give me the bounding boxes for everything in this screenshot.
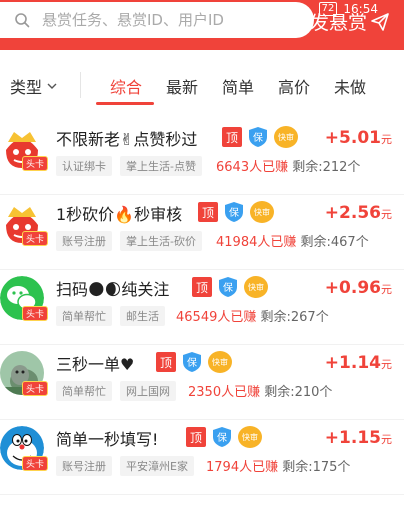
fast-review-badge: 快审 <box>274 126 298 148</box>
top-badge: 顶 <box>222 127 242 147</box>
earned-count: 46549人已赚 <box>176 310 257 325</box>
task-list: 头卡 不限新老✌点赞秒过 顶 保 快审 认证绑卡 掌上生活-点赞 6643人已赚… <box>0 120 404 495</box>
top-badge: 顶 <box>198 202 218 222</box>
task-tag: 简单帮忙 <box>56 306 112 326</box>
remaining-count: 剩余:267个 <box>260 310 329 325</box>
task-badges: 顶 保 快审 <box>186 426 262 448</box>
remaining-count: 剩余:175个 <box>282 460 351 475</box>
avatar-badge: 头卡 <box>22 456 49 471</box>
reward-amount: +5.01元 <box>324 128 392 148</box>
task-tags: 账号注册 平安漳州E家 <box>56 456 194 476</box>
send-icon <box>371 12 389 31</box>
task-title: 简单一秒填写! <box>56 430 159 449</box>
task-title: 不限新老✌点赞秒过 <box>56 130 198 149</box>
task-row[interactable]: 头卡 1秒砍价🔥秒审核 顶 保 快审 账号注册 掌上生活-砍价 41984人已赚… <box>0 195 404 270</box>
top-badge: 顶 <box>186 427 206 447</box>
fast-review-badge: 快审 <box>208 351 232 373</box>
earned-count: 1794人已赚 <box>206 460 279 475</box>
guarantee-badge: 保 <box>182 351 202 373</box>
avatar-badge: 头卡 <box>22 231 49 246</box>
search-icon <box>15 13 30 28</box>
task-title: 三秒一单♥ <box>56 355 135 374</box>
earned-count: 2350人已赚 <box>188 385 261 400</box>
fast-review-badge: 快审 <box>238 426 262 448</box>
task-tag: 认证绑卡 <box>56 156 112 176</box>
task-tags: 简单帮忙 邮生活 <box>56 306 165 326</box>
publish-reward-button[interactable]: 发悬赏 <box>310 8 389 35</box>
task-badges: 顶 保 快审 <box>192 276 268 298</box>
remaining-count: 剩余:210个 <box>264 385 333 400</box>
task-badges: 顶 保 快审 <box>198 201 274 223</box>
task-tag: 网上国网 <box>120 381 176 401</box>
avatar-badge: 头卡 <box>22 156 49 171</box>
task-tag: 账号注册 <box>56 231 112 251</box>
reward-amount: +1.14元 <box>324 353 392 373</box>
task-tag: 掌上生活-砍价 <box>120 231 202 251</box>
task-tag: 掌上生活-点赞 <box>120 156 202 176</box>
earned-count: 6643人已赚 <box>216 160 289 175</box>
task-title: 扫码🌑🌒纯关注 <box>56 280 170 299</box>
task-row[interactable]: 头卡 扫码🌑🌒纯关注 顶 保 快审 简单帮忙 邮生活 46549人已赚 剩余:2… <box>0 270 404 345</box>
tab-high-price[interactable]: 高价 <box>278 74 310 98</box>
task-row[interactable]: 头卡 三秒一单♥ 顶 保 快审 简单帮忙 网上国网 2350人已赚 剩余:210… <box>0 345 404 420</box>
search-input[interactable] <box>42 11 282 29</box>
active-tab-indicator <box>96 102 154 105</box>
guarantee-badge: 保 <box>212 426 232 448</box>
task-title: 1秒砍价🔥秒审核 <box>56 205 183 224</box>
tab-simple[interactable]: 简单 <box>222 74 254 98</box>
top-badge: 顶 <box>156 352 176 372</box>
task-tag: 平安漳州E家 <box>120 456 194 476</box>
task-stats: 6643人已赚 剩余:212个 <box>216 156 360 175</box>
task-stats: 2350人已赚 剩余:210个 <box>188 381 332 400</box>
filter-tabs: 类型 综合 最新 简单 高价 未做 <box>0 60 404 108</box>
divider <box>80 72 81 98</box>
task-tags: 简单帮忙 网上国网 <box>56 381 176 401</box>
tab-latest[interactable]: 最新 <box>166 74 198 98</box>
remaining-count: 剩余:212个 <box>292 160 361 175</box>
reward-amount: +0.96元 <box>324 278 392 298</box>
task-stats: 41984人已赚 剩余:467个 <box>216 231 369 250</box>
task-tag: 账号注册 <box>56 456 112 476</box>
fast-review-badge: 快审 <box>244 276 268 298</box>
reward-amount: +1.15元 <box>324 428 392 448</box>
task-row[interactable]: 头卡 简单一秒填写! 顶 保 快审 账号注册 平安漳州E家 1794人已赚 剩余… <box>0 420 404 495</box>
task-badges: 顶 保 快审 <box>156 351 232 373</box>
header-bar: 72 16:54 发悬赏 <box>0 0 404 50</box>
earned-count: 41984人已赚 <box>216 235 297 250</box>
avatar-badge: 头卡 <box>22 306 49 321</box>
tab-comprehensive[interactable]: 综合 <box>110 74 142 98</box>
guarantee-badge: 保 <box>218 276 238 298</box>
chevron-down-icon <box>47 83 57 89</box>
task-row[interactable]: 头卡 不限新老✌点赞秒过 顶 保 快审 认证绑卡 掌上生活-点赞 6643人已赚… <box>0 120 404 195</box>
task-tag: 邮生活 <box>120 306 165 326</box>
remaining-count: 剩余:467个 <box>300 235 369 250</box>
task-stats: 46549人已赚 剩余:267个 <box>176 306 329 325</box>
avatar-badge: 头卡 <box>22 381 49 396</box>
task-badges: 顶 保 快审 <box>222 126 298 148</box>
task-stats: 1794人已赚 剩余:175个 <box>206 456 350 475</box>
type-filter-dropdown[interactable]: 类型 <box>10 74 58 98</box>
task-tag: 简单帮忙 <box>56 381 112 401</box>
reward-amount: +2.56元 <box>324 203 392 223</box>
type-filter-label: 类型 <box>10 78 43 97</box>
fast-review-badge: 快审 <box>250 201 274 223</box>
task-tags: 账号注册 掌上生活-砍价 <box>56 231 202 251</box>
guarantee-badge: 保 <box>224 201 244 223</box>
guarantee-badge: 保 <box>248 126 268 148</box>
search-box[interactable] <box>0 2 314 38</box>
tab-undone[interactable]: 未做 <box>334 74 366 98</box>
top-badge: 顶 <box>192 277 212 297</box>
task-tags: 认证绑卡 掌上生活-点赞 <box>56 156 202 176</box>
publish-label: 发悬赏 <box>310 12 368 34</box>
